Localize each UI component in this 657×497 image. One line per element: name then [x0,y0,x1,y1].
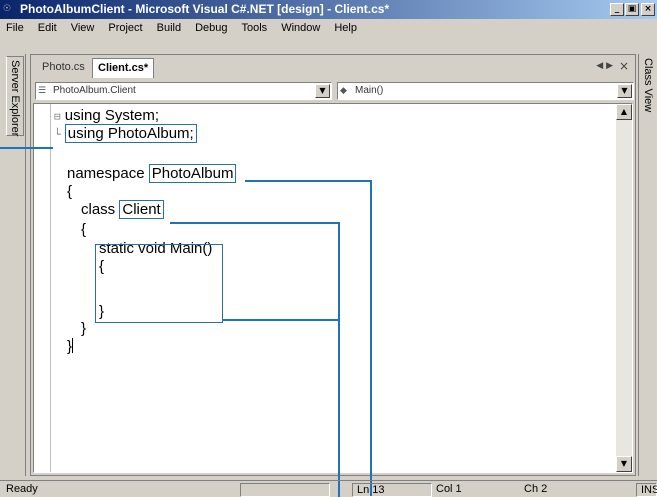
tab-client-cs[interactable]: Client.cs* [92,58,155,78]
class-icon: ☰ [38,86,47,96]
type-dropdown[interactable]: ☰ PhotoAlbum.Client ▼ [35,82,332,100]
menu-debug[interactable]: Debug [188,19,234,38]
menu-help[interactable]: Help [327,19,364,38]
status-pane-blank-1 [240,483,330,497]
tab-photo-cs[interactable]: Photo.cs [37,58,90,78]
status-ready: Ready [6,483,38,495]
close-button[interactable]: × [641,3,655,16]
chevron-down-icon[interactable]: ▼ [315,84,330,98]
outline-end-mark: └ [54,128,61,141]
main-method-highlight [95,244,223,323]
code-line-namespace[interactable]: namespace PhotoAlbum [67,164,237,183]
vertical-scrollbar[interactable]: ▲ ▼ [616,104,632,472]
method-icon: ◆ [340,86,347,96]
callout-line-namespace [245,180,371,182]
status-ins: INS [636,483,657,497]
menu-tools[interactable]: Tools [235,19,275,38]
chevron-down-icon[interactable]: ▼ [617,84,632,98]
menu-window[interactable]: Window [274,19,327,38]
server-explorer-tab[interactable]: Server Explorer [6,56,24,136]
ide-window: ☉ PhotoAlbumClient - Microsoft Visual C#… [0,0,657,497]
menu-view[interactable]: View [64,19,102,38]
menu-edit[interactable]: Edit [31,19,64,38]
callout-line-main [223,319,339,321]
status-line: Ln 13 [352,483,432,497]
menu-project[interactable]: Project [101,19,149,38]
class-keyword: class [81,201,116,218]
menu-bar: File Edit View Project Build Debug Tools… [0,19,657,38]
class-view-tab[interactable]: Class View [641,58,655,112]
server-explorer-label: Server Explorer [9,60,21,137]
scroll-down-icon[interactable]: ▼ [616,456,632,472]
code-line-2[interactable]: └ using PhotoAlbum; [54,124,197,144]
text-cursor [72,338,74,353]
code-line-open-brace[interactable]: { [67,183,72,201]
navigation-bar: ☰ PhotoAlbum.Client ▼ ◆ Main() ▼ [31,79,635,103]
code-line-class-brace[interactable]: { [81,221,86,239]
app-icon[interactable]: ☉ [3,3,17,15]
status-ch: Ch 2 [524,483,548,495]
code-line-namespace-close[interactable]: } [67,338,74,356]
callout-line-class [170,222,340,224]
callout-line-class-v [338,222,340,497]
callout-line-namespace-v [370,180,372,497]
document-tabs: Photo.cs Client.cs* ◀ ▶ × [31,55,635,79]
using-system: using System; [64,107,160,124]
callout-line-using [0,147,53,149]
outlining-margin[interactable] [34,104,51,472]
type-dropdown-value: PhotoAlbum.Client [53,85,136,96]
tab-scroll-arrows-icon[interactable]: ◀ ▶ [596,61,613,71]
collapse-icon[interactable]: ⊟ [54,110,61,123]
close-document-icon[interactable]: × [619,59,629,73]
right-toolwindow-strip: Class View [638,54,657,476]
class-name: Client [119,200,164,219]
maximize-button[interactable]: ▣ [625,3,639,16]
namespace-name: PhotoAlbum [148,164,237,183]
window-title: PhotoAlbumClient - Microsoft Visual C#.N… [20,2,390,16]
using-photoalbum: using PhotoAlbum; [64,124,197,143]
code-line-class-close[interactable]: } [81,320,86,338]
menu-file[interactable]: File [0,19,31,38]
code-line-class[interactable]: class Client [81,200,164,219]
namespace-keyword: namespace [67,165,145,182]
member-dropdown[interactable]: ◆ Main() ▼ [337,82,634,100]
minimize-button[interactable]: _ [610,3,624,16]
title-bar[interactable]: ☉ PhotoAlbumClient - Microsoft Visual C#… [0,0,657,19]
status-bar: Ready Ln 13 Col 1 Ch 2 INS [0,480,657,497]
menu-build[interactable]: Build [150,19,188,38]
status-col: Col 1 [436,483,462,495]
member-dropdown-value: Main() [355,85,384,96]
scroll-up-icon[interactable]: ▲ [616,104,632,120]
